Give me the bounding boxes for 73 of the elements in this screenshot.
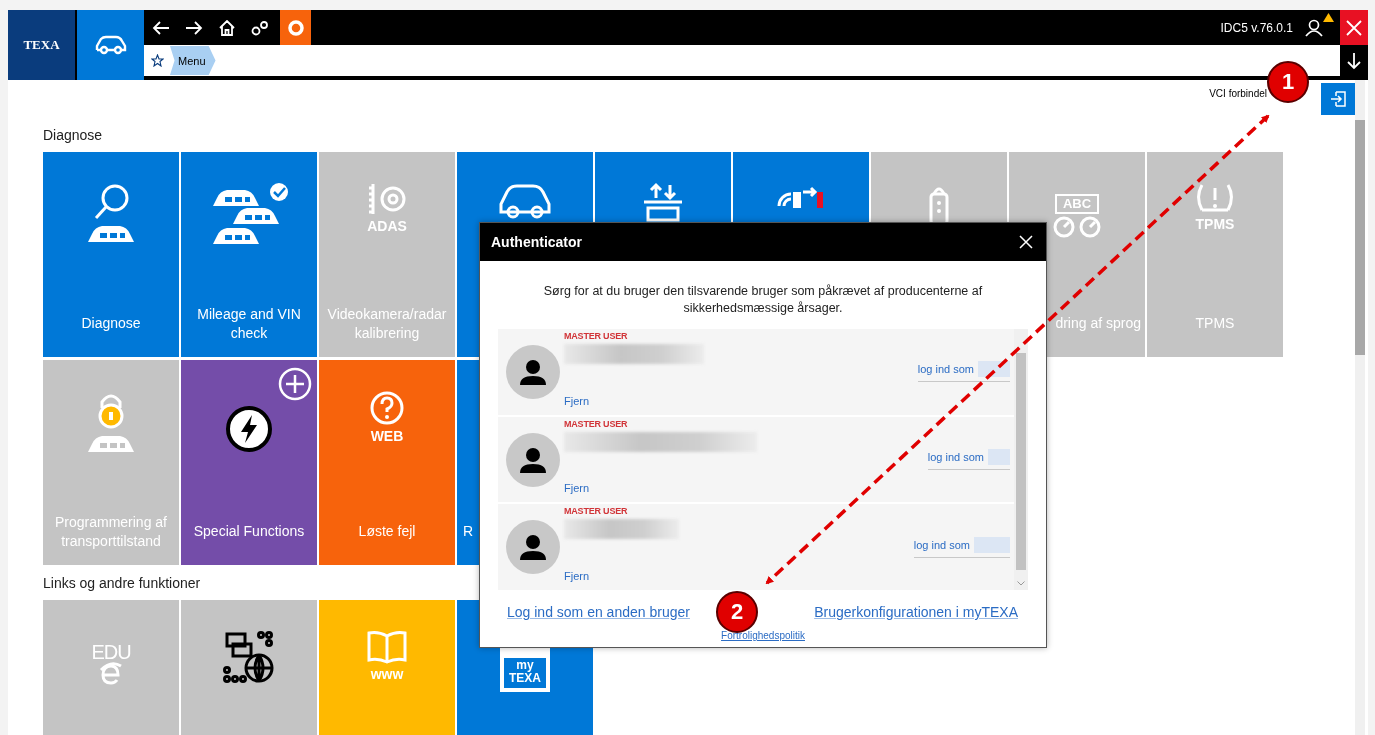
remove-link[interactable]: Fjern [564, 570, 590, 582]
login-as-link[interactable]: log ind som [913, 538, 974, 551]
avatar-icon [506, 520, 560, 575]
vci-connect-button[interactable] [1321, 83, 1356, 115]
user-role: MASTER USER [564, 331, 629, 341]
vehicle-button[interactable] [77, 10, 144, 80]
user-role: MASTER USER [564, 506, 629, 517]
close-button[interactable] [1340, 10, 1368, 45]
icon-caption: WEB [370, 428, 404, 444]
scrollbar[interactable] [1014, 329, 1028, 590]
vci-status: VCI forbindel [1209, 87, 1267, 99]
back-arrow-icon [151, 20, 170, 35]
avatar-icon [506, 432, 560, 487]
tile-label: TPMS [1195, 314, 1235, 333]
lightning-icon [225, 405, 273, 453]
tile-button[interactable]: Diagnose [43, 152, 179, 357]
user-row[interactable]: MASTER USER Fjern log ind som [498, 504, 1014, 590]
tile-label: Mileage and VIN check [196, 304, 302, 343]
home-icon [218, 19, 235, 36]
tile-label: Special Functions [193, 522, 305, 541]
user-row[interactable]: MASTER USER Fjern log ind som [498, 329, 1014, 415]
section-heading: Links og andre funktioner [43, 574, 201, 593]
scrollbar[interactable] [1355, 80, 1365, 735]
add-icon[interactable] [278, 367, 312, 401]
dialog-message: Sørg for at du bruger den tilsvarende bruger som påkrævet af producenterne af sikkerhedsmæssige årsager. [542, 283, 984, 317]
star-icon [150, 54, 164, 67]
scrollbar-thumb[interactable] [1355, 120, 1365, 355]
tile-label: dring af sprog [1055, 314, 1141, 333]
login-as-link[interactable]: log ind som [917, 363, 978, 376]
icon-caption: EDU [91, 644, 131, 660]
login-icon [1329, 90, 1348, 108]
browser-e-icon [99, 662, 123, 686]
camera-ruler-icon [367, 182, 407, 216]
scrollbar-thumb[interactable] [1016, 353, 1026, 570]
tile-label: Diagnose [81, 314, 141, 333]
login-as-link[interactable]: log ind som [927, 451, 988, 463]
icon-caption: ADAS [367, 218, 407, 234]
avatar-icon [506, 344, 560, 399]
gauges-icon [1052, 216, 1102, 238]
tile-button[interactable]: Special Functions [181, 360, 317, 565]
tile-button[interactable]: Mileage and VIN check [181, 152, 317, 357]
redacted-name [988, 449, 1010, 465]
user-config-link[interactable]: Brugerkonfigurationen i myTEXA [814, 604, 1018, 620]
remove-link[interactable]: Fjern [564, 394, 590, 407]
version-label: IDC5 v.76.0.1 [1220, 20, 1293, 35]
close-icon [1346, 19, 1362, 36]
close-icon [1019, 235, 1033, 249]
privacy-link[interactable]: Fortrolighedspolitik [721, 630, 805, 641]
icon-caption: ABC [1054, 194, 1100, 214]
car-icon [93, 35, 128, 55]
tile-label: R [463, 522, 474, 541]
download-button[interactable] [1340, 45, 1368, 76]
dialog-title: Authenticator [491, 234, 582, 250]
icon-caption: www [370, 666, 404, 682]
texa-logo: TEXA [8, 10, 77, 80]
gears-icon [250, 19, 269, 36]
down-arrow-icon [1347, 51, 1361, 70]
user-role: MASTER USER [564, 418, 629, 429]
section-heading: Diagnose [43, 126, 103, 145]
redacted-name [974, 536, 1010, 553]
lifebuoy-icon [287, 19, 304, 36]
icon-caption: TPMS [1195, 216, 1235, 232]
tile-label: Videokamera/radar kalibrering [326, 304, 448, 343]
tile-label: Løste fejl [358, 522, 416, 541]
tile-label: Programmering af transporttilstand [53, 512, 168, 551]
book-icon [366, 630, 408, 664]
forward-arrow-icon [184, 20, 203, 35]
remove-link[interactable]: Fjern [564, 482, 590, 495]
user-row[interactable]: MASTER USER Fjern log ind som [498, 416, 1014, 503]
user-icon [1305, 18, 1323, 37]
question-icon [369, 390, 405, 426]
breadcrumb-item[interactable]: Menu [170, 46, 216, 75]
tile-button[interactable]: WEB Løste fejl [319, 360, 455, 565]
